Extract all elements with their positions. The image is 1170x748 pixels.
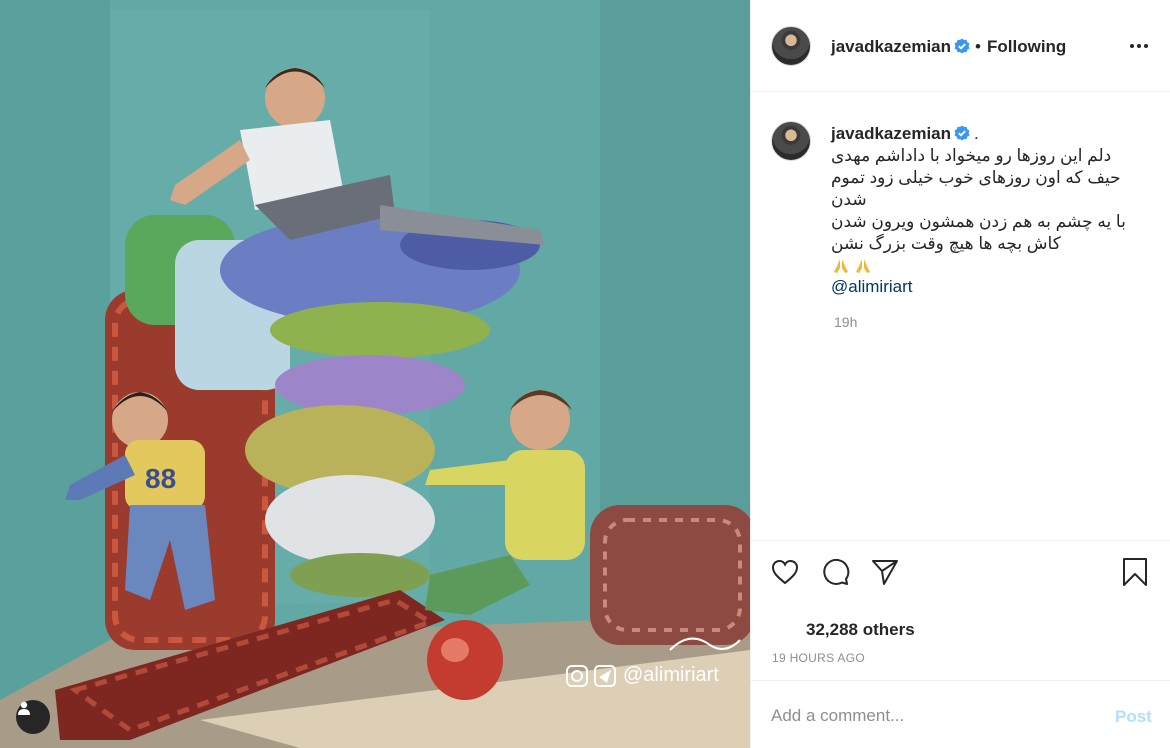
likes-count[interactable]: 32,288 others (806, 620, 915, 640)
caption-author-username[interactable]: javadkazemian (831, 124, 951, 144)
caption-author-avatar[interactable] (771, 121, 811, 161)
author-username[interactable]: javadkazemian (831, 37, 951, 57)
caption-text: دلم این روزها رو میخواد با داداشم مهدی ح… (831, 145, 1131, 281)
more-options-icon[interactable] (1127, 36, 1151, 56)
post-image[interactable]: 88 @alimiriart (0, 0, 750, 748)
posted-timestamp: 19 HOURS AGO (772, 651, 865, 665)
verified-badge-icon (954, 38, 970, 54)
user-tag-button[interactable] (16, 700, 50, 734)
header-separator: • (975, 37, 981, 56)
caption-emojis (831, 257, 873, 275)
share-icon[interactable] (870, 557, 900, 587)
caption-line: دلم این روزها رو میخواد با داداشم مهدی (831, 146, 1112, 165)
caption-line: شدن (831, 190, 867, 209)
author-avatar[interactable] (771, 26, 811, 66)
svg-text:88: 88 (145, 463, 176, 494)
pray-emoji-icon (831, 257, 851, 275)
caption-dot: . (974, 124, 979, 143)
caption-line: با یه چشم به هم زدن همشون ویرون شدن (831, 212, 1126, 231)
user-tag-icon (18, 701, 30, 715)
post-header: javadkazemian • Following (751, 0, 1170, 92)
mention-link[interactable]: @alimiriart (831, 277, 912, 297)
post-side-panel: javadkazemian • Following javadkazemian … (750, 0, 1170, 748)
comment-icon[interactable] (820, 557, 850, 587)
action-bar (751, 540, 1170, 600)
following-button[interactable]: Following (987, 37, 1066, 57)
illustration: 88 (0, 0, 750, 748)
image-watermark-text: @alimiriart (623, 664, 719, 686)
heart-icon[interactable] (770, 557, 800, 587)
pray-emoji-icon (853, 257, 873, 275)
post-comment-button[interactable]: Post (1115, 707, 1152, 727)
bookmark-icon[interactable] (1120, 557, 1150, 587)
caption-line: حیف که اون روزهای خوب خیلی زود تموم (831, 168, 1121, 187)
caption-timestamp[interactable]: 19h (834, 314, 857, 330)
comment-bar: Post (751, 680, 1170, 748)
caption-line: کاش بچه ها هیچ وقت بزرگ نشن (831, 234, 1061, 253)
caption-verified-badge-icon (954, 125, 970, 141)
comment-input[interactable] (771, 705, 1071, 727)
